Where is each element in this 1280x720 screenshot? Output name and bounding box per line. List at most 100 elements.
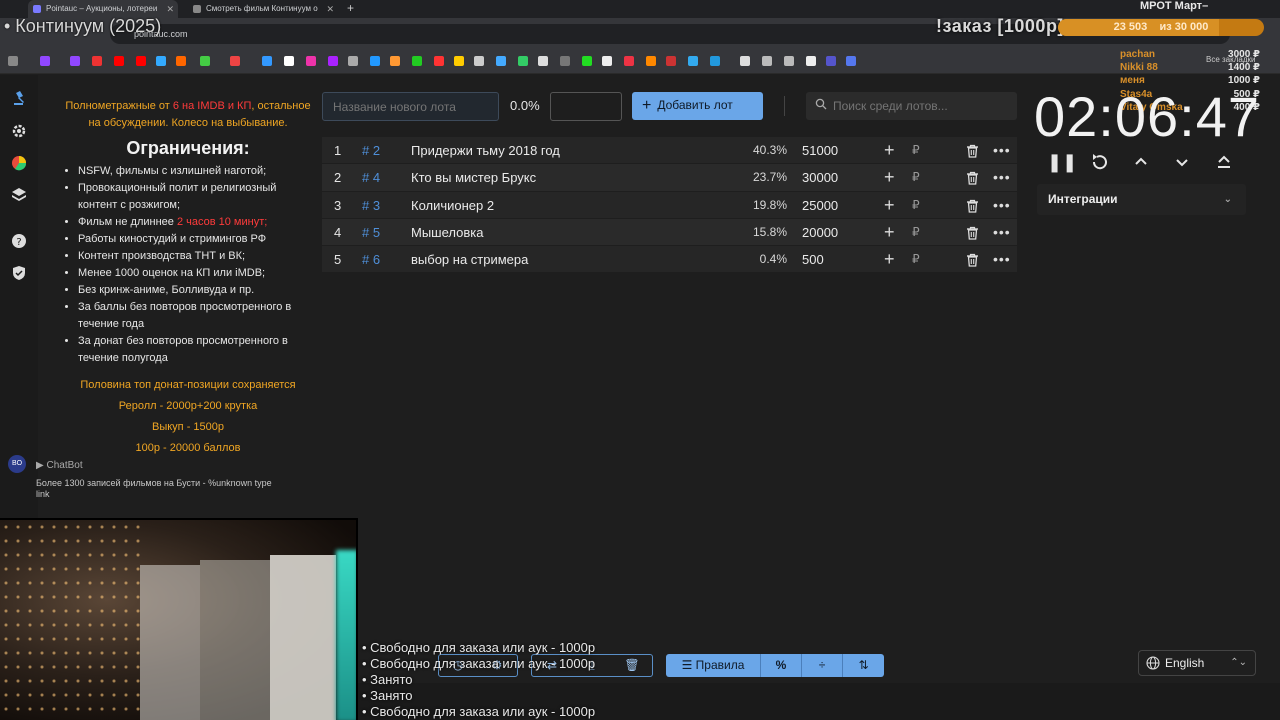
lot-id[interactable]: # 6 [362,246,380,273]
bookmark-icon[interactable] [284,56,294,66]
bookmark-icon[interactable] [40,56,50,66]
apps-icon[interactable] [8,56,18,66]
gavel-icon[interactable] [11,90,27,106]
lot-row[interactable]: 3 # 3 Количионер 2 19.8% 25000 + ₽ ••• [322,191,1017,219]
add-amount-icon[interactable]: + [884,137,895,164]
lot-search-input[interactable] [806,92,1017,120]
lot-amount[interactable]: 500 [802,246,824,273]
close-tab-icon[interactable]: ✕ [326,0,334,18]
bookmark-icon[interactable] [370,56,380,66]
lot-id[interactable]: # 5 [362,219,380,246]
bookmark-icon[interactable] [624,56,634,66]
sort-icon[interactable]: ⇅ [843,654,884,677]
trash-icon[interactable] [966,226,979,240]
chevron-up-icon[interactable] [1129,150,1153,174]
bookmark-icon[interactable] [646,56,656,66]
double-chevron-up-icon[interactable] [1212,150,1236,174]
ruble-icon[interactable]: ₽ [912,164,920,191]
more-options-icon[interactable]: ••• [993,164,1011,191]
more-options-icon[interactable]: ••• [993,137,1011,164]
trash-icon[interactable] [966,171,979,185]
bookmark-icon[interactable] [114,56,124,66]
clear-all-icon[interactable]: 🗑 [613,654,651,677]
bookmark-icon[interactable] [806,56,816,66]
gear-icon[interactable] [11,123,27,139]
rules-button[interactable]: ☰ Правила [666,654,760,677]
bookmark-icon[interactable] [582,56,592,66]
lot-row[interactable]: 5 # 6 выбор на стримера 0.4% 500 + ₽ ••• [322,246,1017,274]
bookmark-icon[interactable] [412,56,422,66]
more-options-icon[interactable]: ••• [993,219,1011,246]
wheel-icon[interactable] [11,155,27,171]
lot-name[interactable]: Мышеловка [411,219,483,246]
bookmark-icon[interactable] [348,56,358,66]
bookmark-icon[interactable] [666,56,676,66]
trash-icon[interactable] [966,253,979,267]
bookmark-icon[interactable] [688,56,698,66]
lot-id[interactable]: # 4 [362,164,380,191]
ruble-icon[interactable]: ₽ [912,219,920,246]
bookmark-icon[interactable] [826,56,836,66]
bookmark-icon[interactable] [136,56,146,66]
bookmark-icon[interactable] [434,56,444,66]
shield-icon[interactable] [11,265,27,281]
bookmark-icon[interactable] [328,56,338,66]
lot-amount[interactable]: 20000 [802,219,838,246]
percent-toggle-button[interactable]: % [761,654,801,677]
split-icon[interactable]: ÷ [802,654,842,677]
bookmark-icon[interactable] [710,56,720,66]
reset-icon[interactable] [1088,150,1112,174]
bookmark-icon[interactable] [390,56,400,66]
pause-icon[interactable]: ❚❚ [1047,150,1077,174]
bookmark-icon[interactable] [740,56,750,66]
tab-film[interactable]: Смотреть фильм Континуум о ✕ [188,0,338,18]
lot-id[interactable]: # 3 [362,192,380,219]
bookmark-icon[interactable] [70,56,80,66]
bookmark-icon[interactable] [454,56,464,66]
ruble-icon[interactable]: ₽ [912,192,920,219]
more-options-icon[interactable]: ••• [993,192,1011,219]
lot-amount-input[interactable] [550,92,622,121]
trash-icon[interactable] [966,199,979,213]
bookmark-icon[interactable] [176,56,186,66]
lot-row[interactable]: 1 # 2 Придержи тьму 2018 год 40.3% 51000 + ₽ ••… [322,137,1017,165]
add-amount-icon[interactable]: + [884,164,895,191]
bookmark-icon[interactable] [602,56,612,66]
lot-amount[interactable]: 25000 [802,192,838,219]
add-amount-icon[interactable]: + [884,192,895,219]
ruble-icon[interactable]: ₽ [912,246,920,273]
lot-name[interactable]: Придержи тьму 2018 год [411,137,560,164]
add-amount-icon[interactable]: + [884,219,895,246]
trash-icon[interactable] [966,144,979,158]
language-select[interactable]: English ⌃⌄ [1138,650,1256,676]
bookmark-icon[interactable] [230,56,240,66]
bookmark-icon[interactable] [762,56,772,66]
bookmark-icon[interactable] [156,56,166,66]
close-tab-icon[interactable]: ✕ [166,0,174,18]
bookmark-icon[interactable] [846,56,856,66]
bookmark-icon[interactable] [560,56,570,66]
help-icon[interactable]: ? [11,233,27,249]
chevron-down-icon[interactable] [1170,150,1194,174]
lot-row[interactable]: 4 # 5 Мышеловка 15.8% 20000 + ₽ ••• [322,218,1017,247]
lot-row[interactable]: 2 # 4 Кто вы мистер Брукс 23.7% 30000 + ₽ ••• [322,164,1017,192]
ruble-icon[interactable]: ₽ [912,137,920,164]
bookmark-icon[interactable] [92,56,102,66]
bookmark-icon[interactable] [518,56,528,66]
layers-icon[interactable] [11,187,27,203]
lot-name-input[interactable] [322,92,499,121]
new-tab-icon[interactable]: + [347,1,354,15]
add-lot-button[interactable]: + Добавить лот [632,92,763,120]
lot-id[interactable]: # 2 [362,137,380,164]
add-amount-icon[interactable]: + [884,246,895,273]
bookmark-icon[interactable] [496,56,506,66]
bookmark-icon[interactable] [784,56,794,66]
bookmark-icon[interactable] [200,56,210,66]
more-options-icon[interactable]: ••• [993,246,1011,273]
bookmark-icon[interactable] [474,56,484,66]
integrations-accordion[interactable]: Интеграции ⌄ [1037,184,1246,215]
lot-name[interactable]: выбор на стримера [411,246,528,273]
bookmark-icon[interactable] [538,56,548,66]
lot-amount[interactable]: 30000 [802,164,838,191]
bookmark-icon[interactable] [306,56,316,66]
